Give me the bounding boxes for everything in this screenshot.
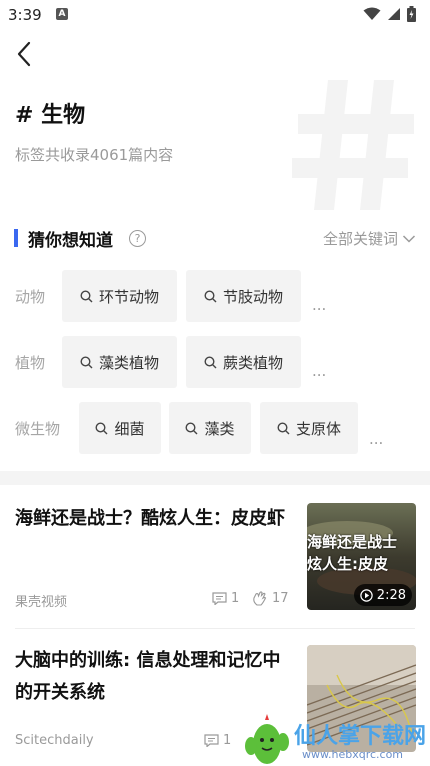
section-accent-bar xyxy=(14,229,18,247)
keyword-chip-label: 环节动物 xyxy=(98,287,159,306)
keyword-chip-label: 支原体 xyxy=(295,419,341,438)
keyword-category: 微生物 xyxy=(15,420,61,438)
notification-icon: A xyxy=(56,8,68,20)
hash-background-icon xyxy=(292,80,414,210)
keyword-chip-label: 藻类 xyxy=(204,419,235,438)
keyword-chip[interactable]: 蕨类植物 xyxy=(186,336,301,388)
video-duration: 2:28 xyxy=(376,587,406,603)
article-thumbnail[interactable]: 海鲜还是战士 炫人生:皮皮 2:28 xyxy=(307,503,416,610)
thumbnail-caption-1: 海鲜还是战士 xyxy=(307,533,398,551)
search-icon xyxy=(277,421,290,434)
tag-subtitle: 标签共收录4061篇内容 xyxy=(15,146,174,164)
search-icon xyxy=(95,421,108,434)
help-icon[interactable]: ? xyxy=(129,230,146,247)
clap-icon xyxy=(253,591,267,606)
status-bar: 3:39 A xyxy=(0,0,430,30)
article-source: 果壳视频 xyxy=(15,595,68,610)
keyword-chip[interactable]: 藻类 xyxy=(169,402,251,454)
watermark-text: 仙人掌下载网 xyxy=(294,724,427,749)
search-icon xyxy=(80,289,93,302)
video-duration-badge: 2:28 xyxy=(353,584,412,606)
all-keywords-button[interactable]: 全部关键词 xyxy=(323,228,416,249)
article-card[interactable]: 海鲜还是战士？酷炫人生：皮皮虾 果壳视频 1 17 海鲜还是战士 炫人生:皮皮 … xyxy=(0,485,430,627)
keyword-chip[interactable]: 藻类植物 xyxy=(62,336,177,388)
keyword-row-animals: 动物 环节动物 节肢动物 ... xyxy=(0,270,430,322)
keyword-category: 植物 xyxy=(15,354,46,372)
article-source: Scitechdaily xyxy=(15,733,94,748)
more-keywords-button[interactable]: ... xyxy=(312,362,326,380)
keyword-chip[interactable]: 细菌 xyxy=(79,402,161,454)
watermark: 仙人掌下载网 www.hebxqrc.com xyxy=(240,712,430,766)
keyword-chip-label: 蕨类植物 xyxy=(222,353,283,372)
search-icon xyxy=(185,421,198,434)
play-icon xyxy=(360,588,373,602)
comment-count: 1 xyxy=(212,591,239,606)
battery-icon xyxy=(407,6,416,22)
search-icon xyxy=(204,355,217,368)
keyword-chip[interactable]: 环节动物 xyxy=(62,270,177,322)
more-keywords-button[interactable]: ... xyxy=(312,296,326,314)
thumbnail-caption-2: 炫人生:皮皮 xyxy=(307,555,388,573)
back-button[interactable] xyxy=(8,38,40,70)
article-title: 大脑中的训练: 信息处理和记忆中的开关系统 xyxy=(15,650,281,703)
like-count-value: 17 xyxy=(272,591,289,606)
tag-title: # 生物 xyxy=(15,103,86,128)
keyword-row-plants: 植物 藻类植物 蕨类植物 ... xyxy=(0,336,430,388)
comment-icon xyxy=(204,734,219,747)
section-title: 猜你想知道 xyxy=(28,231,113,251)
status-time: 3:39 xyxy=(8,6,42,24)
comment-icon xyxy=(212,592,227,605)
comment-count: 1 xyxy=(204,733,231,748)
article-title: 海鲜还是战士？酷炫人生：皮皮虾 xyxy=(15,508,285,529)
keyword-chip[interactable]: 支原体 xyxy=(260,402,358,454)
keyword-row-microbes: 微生物 细菌 藻类 支原体 ... xyxy=(0,402,430,454)
comment-count-value: 1 xyxy=(223,733,232,748)
keyword-chip-label: 藻类植物 xyxy=(98,353,159,372)
all-keywords-label: 全部关键词 xyxy=(322,230,398,248)
chevron-left-icon xyxy=(17,41,31,67)
keyword-chip[interactable]: 节肢动物 xyxy=(186,270,301,322)
search-icon xyxy=(80,355,93,368)
keyword-chip-label: 节肢动物 xyxy=(222,287,283,306)
keyword-category: 动物 xyxy=(15,288,46,306)
cactus-logo-icon xyxy=(245,714,289,764)
section-divider xyxy=(0,471,430,485)
more-keywords-button[interactable]: ... xyxy=(369,430,383,448)
chevron-down-icon xyxy=(402,234,416,243)
search-icon xyxy=(204,289,217,302)
status-icons xyxy=(363,6,416,22)
wifi-icon xyxy=(363,7,381,20)
like-count: 17 xyxy=(252,591,289,606)
watermark-url: www.hebxqrc.com xyxy=(302,748,404,761)
comment-count-value: 1 xyxy=(231,591,240,606)
keyword-chip-label: 细菌 xyxy=(114,419,145,438)
signal-icon xyxy=(388,8,400,20)
